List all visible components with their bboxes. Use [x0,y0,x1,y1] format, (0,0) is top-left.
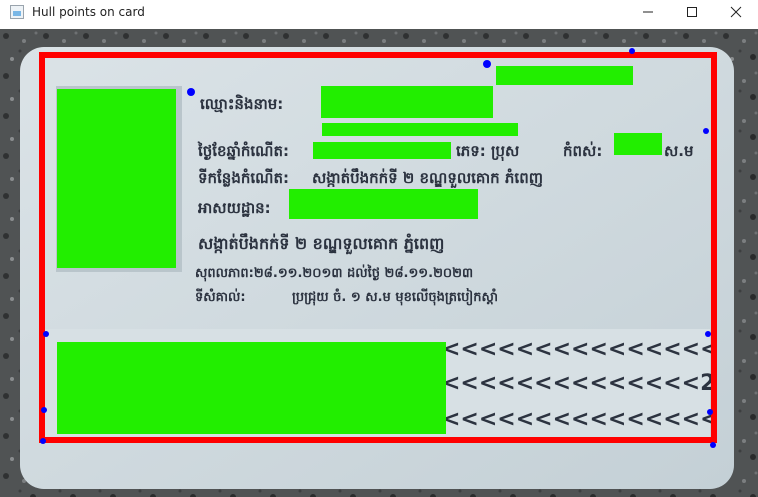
hull-point [187,88,195,96]
redaction-height [614,133,662,155]
address-value: សង្កាត់បឹងកក់ទី ២ ខណ្ឌទួលគោក ភ្នំពេញ [198,233,444,255]
birthplace-label: ទីកន្លែងកំណើត: [198,168,289,187]
validity-text: សុពលភាព:២៨.១១.២០១៣ ដល់ថ្ងៃ ២៨.១១.២០២៣ [195,264,473,282]
name-label: ឈ្មោះនិងនាម: [200,94,283,113]
app-icon [10,4,24,19]
birthplace-value: សង្កាត់បឹងកក់ទី ២ ខណ្ឌទួលគោក ភំពេញ [312,168,543,189]
close-icon [730,6,742,17]
app-window: Hull points on card ឈ្មោះនិងនាម: ថ្ងៃខែឆ… [0,0,758,497]
close-button[interactable] [714,0,758,23]
window-controls [626,0,758,23]
hull-point [41,407,47,413]
height-label: កំពស់: [563,141,602,160]
height-unit: ស.ម [664,142,694,160]
hull-point [40,438,46,444]
sex-label: ភេទ: ប្រុស [456,142,519,162]
hull-point [710,442,716,448]
hull-point [483,60,491,68]
mrz-line-2: <<<<<<<<<<<<<<2 [442,371,715,396]
hull-point [703,128,709,134]
mrz-line-1: <<<<<<<<<<<<<<< [442,337,719,362]
minimize-icon [643,11,653,12]
redaction-dob [313,142,451,159]
redaction-photo [57,89,176,268]
hull-point [629,48,635,54]
redaction-address [289,189,478,219]
redaction-latin-name [322,123,518,136]
redaction-mrz [57,342,446,434]
minimize-button[interactable] [626,0,670,23]
maximize-icon [687,6,697,17]
card-image: ឈ្មោះនិងនាម: ថ្ងៃខែឆ្នាំកំណើត: ភេទ: ប្រុ… [0,29,758,497]
title-bar[interactable]: Hull points on card [0,0,758,23]
hull-point [707,409,713,415]
address-label: អាសយដ្ឋាន: [198,199,271,217]
hull-point [43,331,49,337]
identity-label: ទីសំគាល់: [195,288,246,305]
dob-label: ថ្ងៃខែឆ្នាំកំណើត: [197,141,289,160]
window-title: Hull points on card [32,4,145,19]
image-canvas: ឈ្មោះនិងនាម: ថ្ងៃខែឆ្នាំកំណើត: ភេទ: ប្រុ… [0,29,758,497]
hull-point [705,331,711,337]
identity-value: ប្រជ្រុយ ចំ. ១ ស.ម មុខលើចុងត្របៀកស្តាំ [292,288,498,306]
redaction-name [321,86,493,118]
maximize-button[interactable] [670,0,714,23]
mrz-line-3: <<<<<<<<<<<<<<< [442,407,719,432]
redaction-card-number [496,66,633,85]
